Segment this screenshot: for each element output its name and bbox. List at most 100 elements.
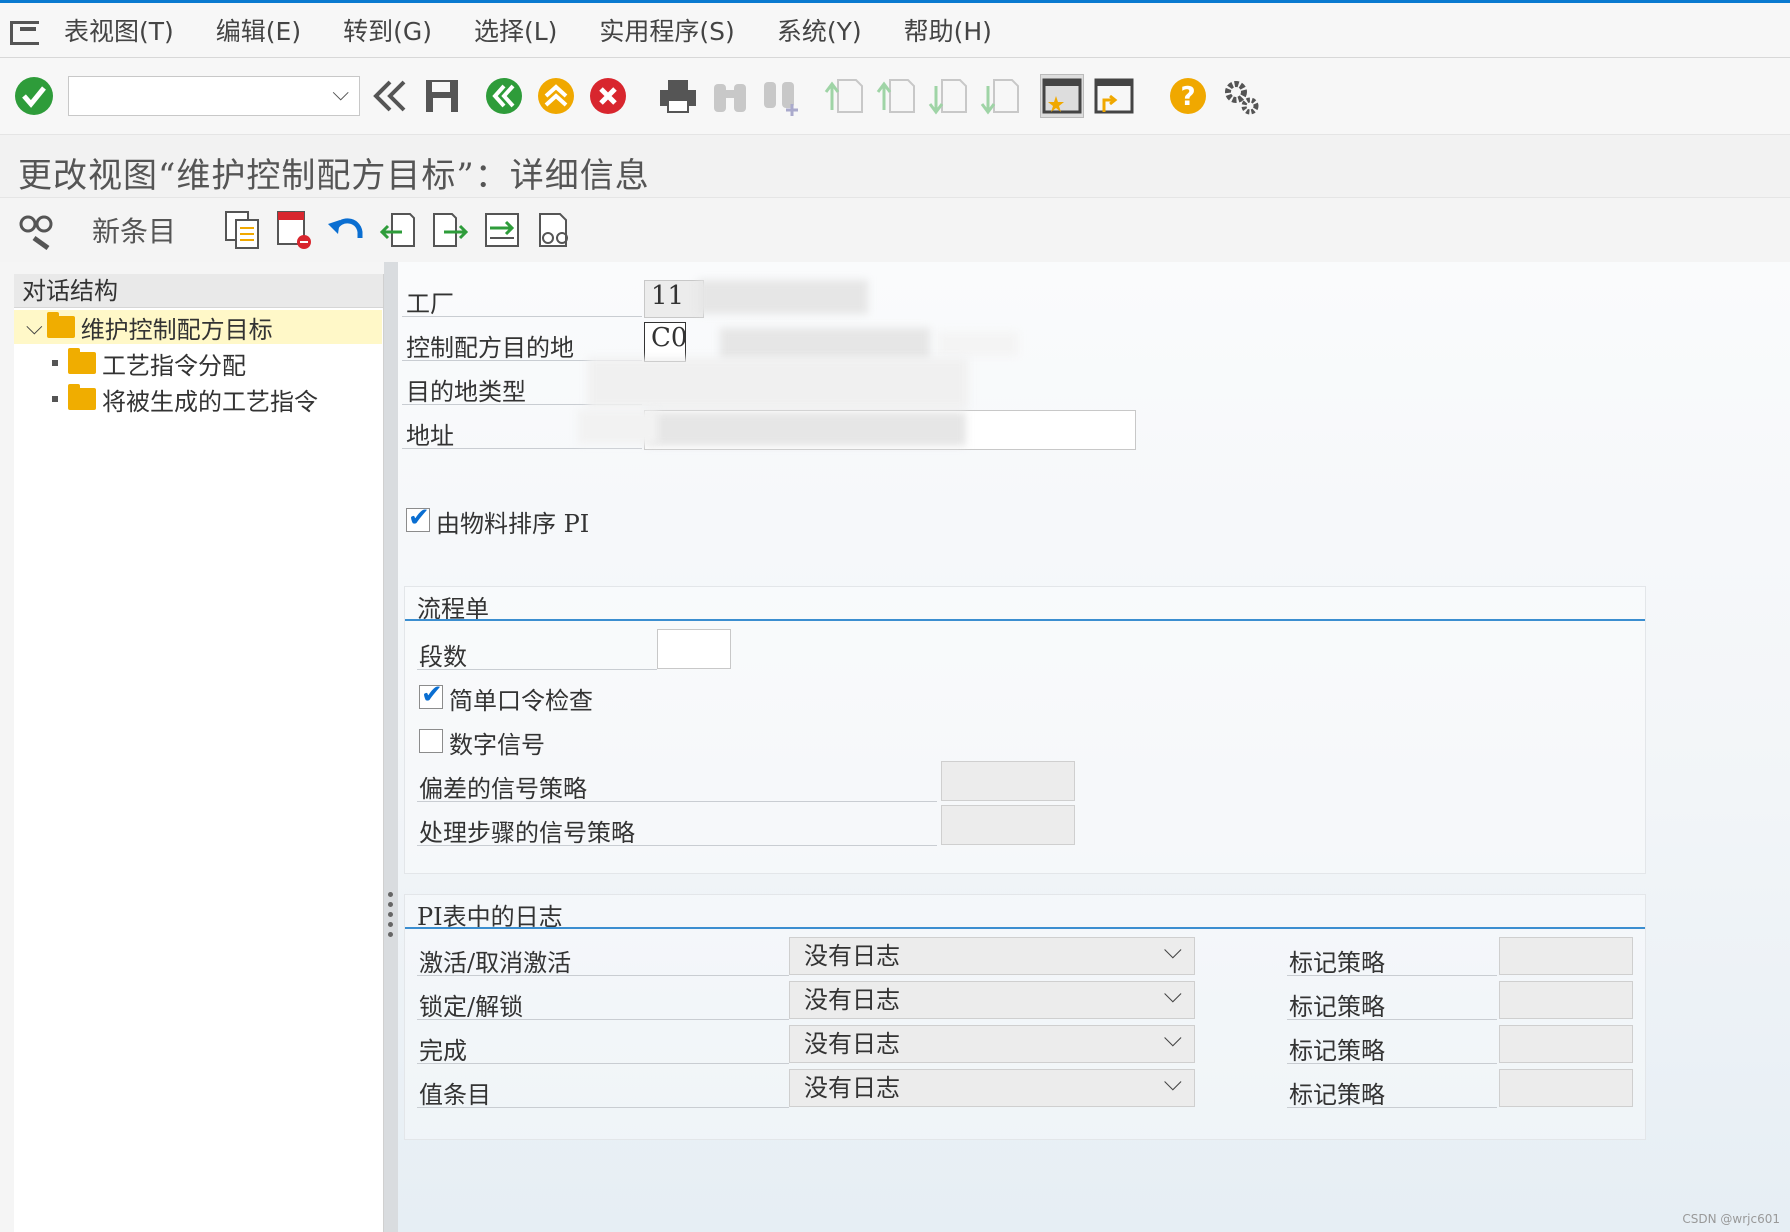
complete-log-select[interactable]: 没有日志 [789, 1020, 1195, 1063]
delete-icon[interactable] [272, 208, 316, 252]
select-all-icon[interactable] [480, 208, 524, 252]
menu-help[interactable]: 帮助(H) [904, 12, 992, 48]
value-entry-log-select[interactable]: 没有日志 [789, 1064, 1195, 1107]
tree-root-row[interactable]: ⌵ 维护控制配方目标 [26, 310, 273, 344]
destination-field[interactable]: C0 [644, 322, 687, 362]
deviation-signature-strategy-label: 偏差的信号策略 [419, 775, 587, 803]
new-entries-button[interactable]: 新条目 [92, 210, 176, 250]
grip-dot [388, 902, 393, 907]
value-entry-strategy-field[interactable] [1499, 1069, 1633, 1107]
lock-strategy-field[interactable] [1499, 981, 1633, 1019]
pi-sheet-log-group: PI表中的日志 激活/取消激活 没有日志 标记策略 锁定/解锁 没有日志 标记策… [404, 894, 1646, 1140]
page-title: 更改视图“维护控制配方目标”：详细信息 [18, 156, 650, 196]
find-icon[interactable] [708, 74, 752, 118]
simple-password-check-label: 简单口令检查 [449, 687, 593, 715]
previous-entry-icon[interactable] [376, 208, 420, 252]
last-page-icon[interactable] [978, 74, 1022, 118]
lock-log-select[interactable]: 没有日志 [789, 976, 1195, 1019]
menu-edit[interactable]: 编辑(E) [216, 12, 301, 48]
sort-by-material-checkbox[interactable] [406, 503, 430, 533]
exit-icon[interactable] [534, 74, 578, 118]
undo-icon[interactable] [324, 208, 368, 252]
menu-selection[interactable]: 选择(L) [474, 12, 557, 48]
next-page-icon[interactable] [926, 74, 970, 118]
redacted-area [720, 328, 930, 360]
bullet-icon [52, 396, 58, 402]
folder-icon [68, 384, 96, 410]
group-title-line [405, 619, 1645, 621]
plant-field[interactable]: 11 [644, 280, 704, 318]
redacted-area [588, 358, 968, 408]
variant-icon[interactable] [532, 208, 576, 252]
step-signature-strategy-label: 处理步骤的信号策略 [419, 819, 635, 847]
simple-password-check-checkbox[interactable] [419, 680, 443, 710]
sap-menu-icon[interactable] [10, 19, 40, 45]
divider [417, 975, 789, 976]
cancel-icon[interactable] [586, 74, 630, 118]
dialog-structure-panel: 对话结构 ⌵ 维护控制配方目标 工艺指令分配 将被生成的工艺指令 [14, 274, 384, 1232]
tree-item-process-orders-to-generate[interactable]: 将被生成的工艺指令 [52, 382, 318, 416]
settings-icon[interactable] [1218, 74, 1262, 118]
address-label: 地址 [406, 422, 454, 450]
redacted-area [698, 280, 868, 314]
next-entry-icon[interactable] [428, 208, 472, 252]
strategy-label: 标记策略 [1289, 949, 1385, 977]
folder-icon [68, 348, 96, 374]
process-message-group: 流程单 段数 简单口令检查 数字信号 偏差的信号策略 处理步骤的信号策略 [404, 586, 1646, 874]
divider [417, 669, 657, 670]
menu-utilities[interactable]: 实用程序(S) [599, 12, 734, 48]
redacted-area [938, 332, 1018, 356]
strategy-label: 标记策略 [1289, 993, 1385, 1021]
help-icon[interactable]: ? [1166, 74, 1210, 118]
back-icon[interactable] [482, 74, 526, 118]
save-icon[interactable] [420, 74, 464, 118]
command-field[interactable] [68, 76, 360, 116]
application-toolbar: 新条目 [0, 198, 1790, 262]
chevron-down-icon[interactable]: ⌵ [26, 315, 43, 340]
enter-icon[interactable] [12, 74, 56, 118]
divider [1287, 975, 1497, 976]
new-session-icon[interactable] [1040, 74, 1084, 118]
copy-as-icon[interactable] [220, 208, 264, 252]
destination-label: 控制配方目的地 [406, 334, 574, 362]
group-title-line [405, 927, 1645, 929]
first-page-icon[interactable] [822, 74, 866, 118]
bullet-icon [52, 360, 58, 366]
shortcut-icon[interactable] [1092, 74, 1136, 118]
menu-system[interactable]: 系统(Y) [777, 12, 862, 48]
redacted-area [578, 410, 658, 444]
activate-strategy-field[interactable] [1499, 937, 1633, 975]
step-signature-strategy-field[interactable] [941, 805, 1075, 845]
segments-field[interactable] [657, 629, 731, 669]
grip-dot [388, 922, 393, 927]
open-folder-icon [46, 312, 75, 338]
menu-table-view[interactable]: 表视图(T) [64, 12, 174, 48]
tree-root-label: 维护控制配方目标 [80, 315, 273, 344]
back-double-icon[interactable] [368, 74, 412, 118]
find-next-icon[interactable] [760, 74, 804, 118]
redacted-area [646, 412, 966, 446]
print-icon[interactable] [656, 74, 700, 118]
panel-splitter[interactable] [384, 262, 398, 1232]
deviation-signature-strategy-field[interactable] [941, 761, 1075, 801]
divider [402, 316, 642, 317]
log-row-label: 完成 [419, 1037, 467, 1065]
log-row-label: 值条目 [419, 1081, 491, 1109]
complete-strategy-field[interactable] [1499, 1025, 1633, 1063]
divider [417, 1063, 789, 1064]
prev-page-icon[interactable] [874, 74, 918, 118]
detail-content: 工厂 11 控制配方目的地 C0 目的地类型 地址 由物料排序 PI 流程单 段… [398, 262, 1790, 1232]
standard-toolbar: ? [0, 58, 1790, 134]
tree-item-process-order-assignment[interactable]: 工艺指令分配 [52, 346, 246, 380]
activate-log-select[interactable]: 没有日志 [789, 932, 1195, 975]
plant-label: 工厂 [406, 290, 454, 318]
display-change-icon[interactable] [14, 208, 58, 252]
digital-signature-checkbox[interactable] [419, 729, 443, 753]
screen-title-bar: 更改视图“维护控制配方目标”：详细信息 [0, 134, 1790, 198]
divider [417, 801, 937, 802]
strategy-label: 标记策略 [1289, 1081, 1385, 1109]
grip-dot [388, 892, 393, 897]
svg-text:?: ? [1180, 82, 1195, 112]
menu-goto[interactable]: 转到(G) [343, 12, 432, 48]
watermark-text: CSDN @wrjc601 [1682, 1212, 1780, 1226]
